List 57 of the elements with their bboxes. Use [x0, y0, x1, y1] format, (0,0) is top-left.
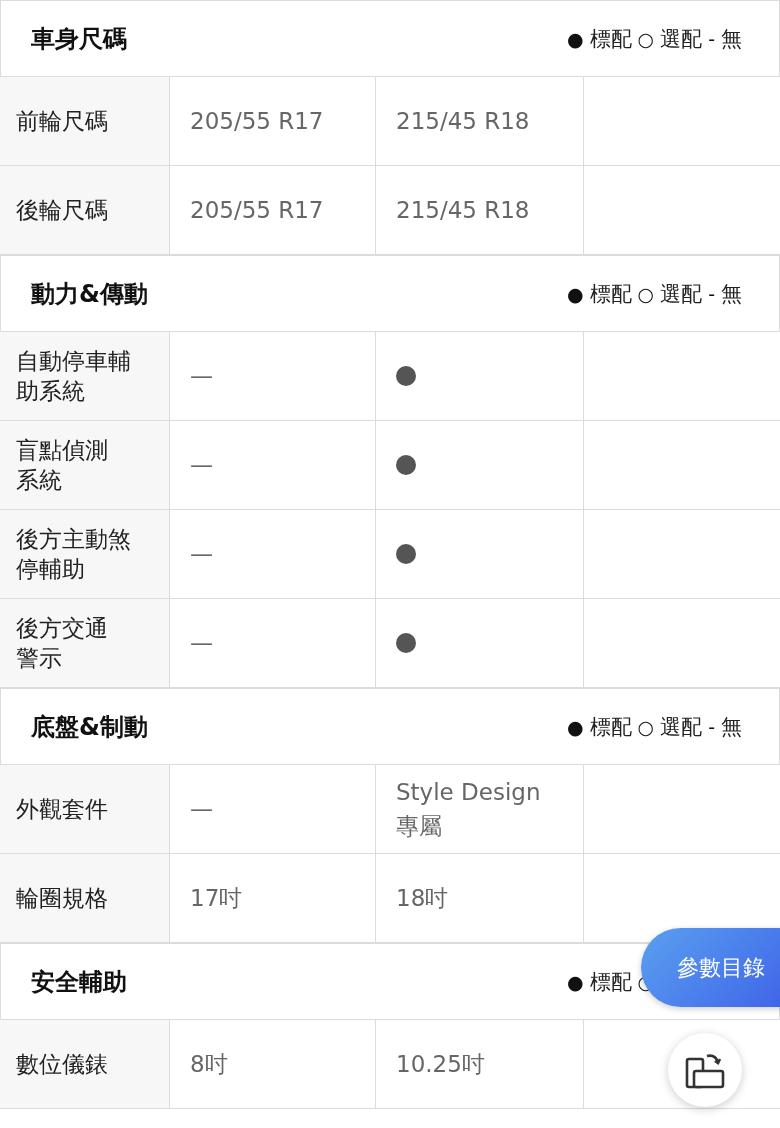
legend-symbol: - [708, 27, 716, 50]
legend-symbol: - [708, 715, 716, 738]
legend-label: 無 [721, 280, 743, 308]
spec-value: — [190, 451, 213, 480]
row-label: 外觀套件 [16, 795, 108, 824]
legend-label: 無 [721, 713, 743, 741]
row-label: 輪圈規格 [16, 884, 108, 913]
section-title: 底盤&制動 [31, 711, 148, 743]
legend-label: 標配 [589, 280, 632, 308]
legend-symbol: ○ [637, 282, 655, 305]
spec-value: 205/55 R17 [190, 107, 324, 136]
legend-symbol: ○ [637, 27, 655, 50]
legend-symbol: ○ [637, 715, 655, 738]
spec-value: — [190, 540, 213, 569]
legend-symbol: ● [567, 715, 584, 738]
standard-dot-icon [396, 455, 416, 475]
row-label: 停輔助 [16, 555, 85, 584]
legend-symbol: - [708, 282, 716, 305]
legend-label: 無 [721, 25, 743, 53]
spec-value: 215/45 R18 [396, 196, 530, 225]
spec-value: 10.25吋 [396, 1050, 485, 1079]
standard-dot-icon [396, 544, 416, 564]
spec-value: Style Design 專屬 [396, 778, 541, 841]
row-label: 警示 [16, 644, 62, 673]
spec-value: — [190, 629, 213, 658]
spec-value: — [190, 795, 213, 824]
row-label: 自動停車輔 [16, 347, 131, 376]
legend-label: 標配 [589, 25, 632, 53]
spec-value: 205/55 R17 [190, 196, 324, 225]
legend-label: 標配 [589, 968, 632, 996]
spec-value: 17吋 [190, 884, 243, 913]
legend-symbol: ● [567, 282, 584, 305]
legend-label: 標配 [589, 713, 632, 741]
section-title: 動力&傳動 [31, 278, 148, 310]
standard-dot-icon [396, 366, 416, 386]
rotate-screen-icon [685, 1051, 725, 1089]
section-title: 車身尺碼 [31, 23, 127, 55]
spec-value: 215/45 R18 [396, 107, 530, 136]
legend-label: 選配 [660, 280, 703, 308]
row-label: 系統 [16, 466, 62, 495]
legend-label: 選配 [660, 713, 703, 741]
legend-label: 選配 [660, 25, 703, 53]
row-label: 助系統 [16, 377, 85, 406]
legend-symbol: ● [567, 970, 584, 993]
row-label: 數位儀錶 [16, 1050, 108, 1079]
row-label: 後方交通 [16, 614, 108, 643]
spec-value: — [190, 362, 213, 391]
section-title: 安全輔助 [31, 966, 127, 998]
rotate-button[interactable] [668, 1033, 742, 1107]
row-label: 前輪尺碼 [16, 107, 108, 136]
row-label: 後輪尺碼 [16, 196, 108, 225]
spec-value: 18吋 [396, 884, 449, 913]
standard-dot-icon [396, 633, 416, 653]
row-label: 盲點偵測 [16, 436, 108, 465]
legend-symbol: ● [567, 27, 584, 50]
spec-value: 8吋 [190, 1050, 228, 1079]
row-label: 後方主動煞 [16, 525, 131, 554]
